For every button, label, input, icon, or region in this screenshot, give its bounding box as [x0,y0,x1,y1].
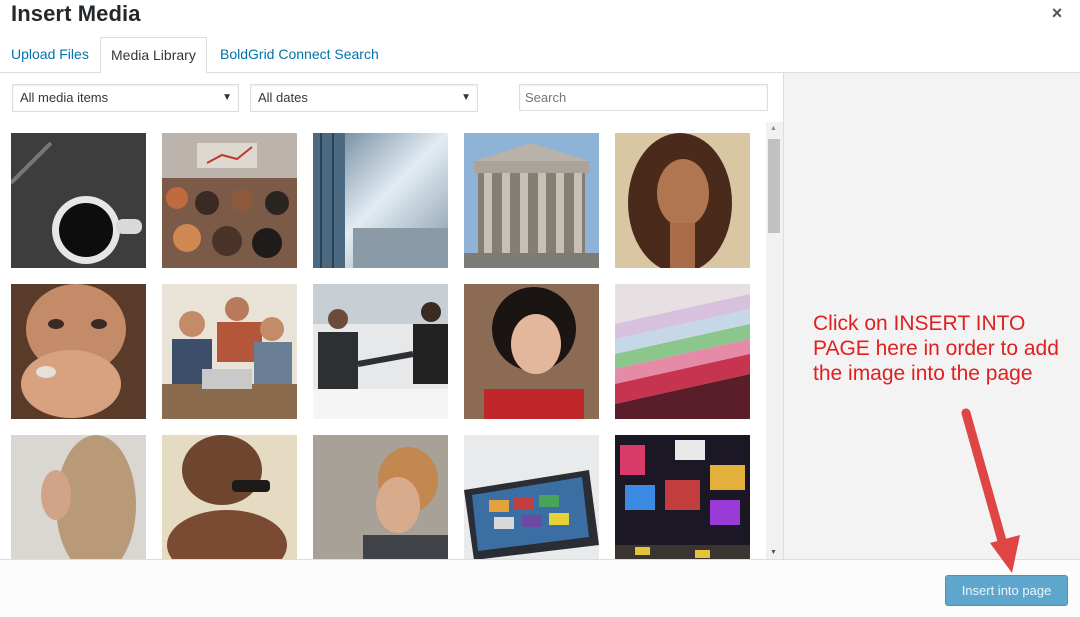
annotation-arrow-icon [961,408,1020,573]
media-item-woman-mug[interactable] [11,284,146,419]
media-grid [0,122,766,559]
photo-icon [162,284,297,419]
media-item-blonde-profile[interactable] [11,435,146,559]
media-item-man-scarf[interactable] [162,435,297,559]
photo-icon [11,435,146,559]
search-input[interactable] [519,84,768,111]
photo-icon [464,133,599,268]
media-item-conference[interactable] [162,133,297,268]
media-item-team-laptop[interactable] [162,284,297,419]
dropdown-arrow-icon: ▼ [222,92,232,103]
tab-boldgrid-connect-search[interactable]: BoldGrid Connect Search [210,37,389,73]
photo-icon [615,435,750,559]
insert-media-dialog: Insert Media × Upload Files Media Librar… [0,0,1080,617]
photo-icon [162,435,297,559]
media-item-handshake[interactable] [313,284,448,419]
dialog-title: Insert Media [11,1,141,26]
photo-icon [11,284,146,419]
date-filter-value: All dates [258,90,308,105]
photo-icon [11,133,146,268]
instruction-annotation: Click on INSERT INTO PAGE here in order … [813,312,1059,385]
media-item-woman-red-top[interactable] [464,284,599,419]
photo-icon [313,133,448,268]
insert-into-page-button[interactable]: Insert into page [945,575,1068,606]
photo-icon [162,133,297,268]
tab-media-library[interactable]: Media Library [100,37,207,74]
photo-icon [464,284,599,419]
date-filter[interactable]: All dates ▼ [250,84,478,112]
photo-icon [615,284,750,419]
media-item-coffee-cup[interactable] [11,133,146,268]
photo-icon [313,435,448,559]
media-item-columned-building[interactable] [464,133,599,268]
media-item-paper-stack[interactable] [615,284,750,419]
tab-upload-files[interactable]: Upload Files [1,37,99,73]
photo-icon [615,133,750,268]
media-item-woman-portrait[interactable] [615,133,750,268]
media-grid-scrollbar[interactable]: ▲ ▼ [766,122,783,559]
media-item-man-looking[interactable] [313,435,448,559]
media-type-filter-value: All media items [20,90,109,105]
close-icon[interactable]: × [1048,3,1066,23]
scroll-down-icon[interactable]: ▼ [770,549,777,556]
photo-icon [313,284,448,419]
media-item-times-square[interactable] [615,435,750,559]
scroll-thumb[interactable] [768,139,780,233]
media-item-tablet[interactable] [464,435,599,559]
dialog-footer [0,559,1080,617]
tab-bar: Upload Files Media Library BoldGrid Conn… [0,37,1080,74]
media-type-filter[interactable]: All media items ▼ [12,84,239,112]
dropdown-arrow-icon: ▼ [461,92,471,103]
photo-icon [464,435,599,559]
scroll-up-icon[interactable]: ▲ [770,125,777,132]
media-item-skyline[interactable] [313,133,448,268]
